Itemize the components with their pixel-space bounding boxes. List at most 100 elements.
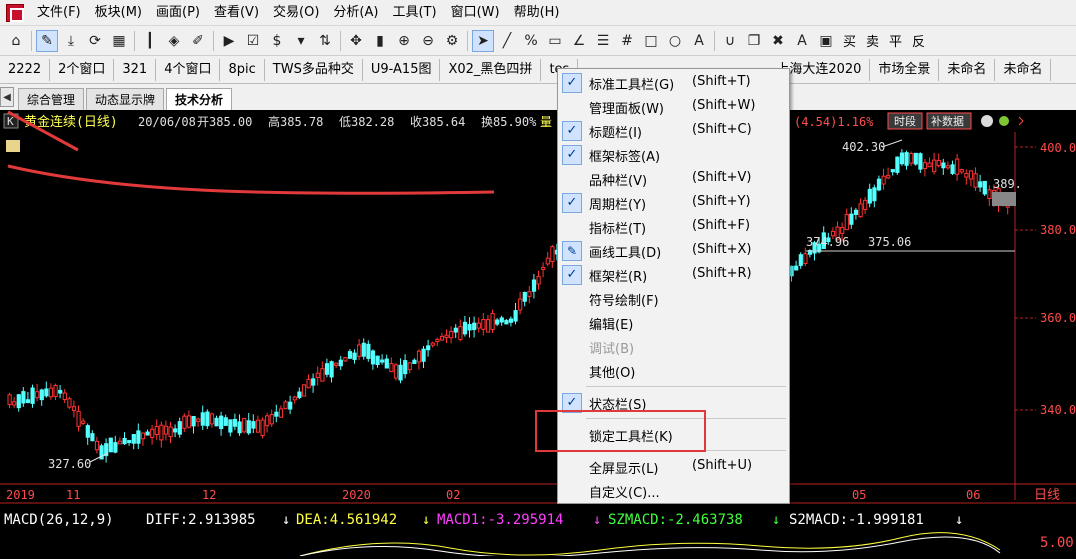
cursor-icon[interactable]: ➤ — [472, 29, 494, 52]
candle-body — [7, 394, 12, 406]
menu-analysis[interactable]: 分析(A) — [326, 0, 385, 26]
frame-tab[interactable]: 2222 — [0, 58, 51, 81]
menu-item-symbol-drawing[interactable]: 符号绘制(F) — [558, 287, 789, 311]
menu-help[interactable]: 帮助(H) — [507, 0, 567, 26]
menu-item-fullscreen[interactable]: 全屏显示(L) (Shift+U) — [558, 455, 789, 479]
candle-body — [439, 335, 445, 341]
menu-item-edit[interactable]: 编辑(E) — [558, 311, 789, 335]
frame-tab[interactable]: 市场全景 — [870, 58, 940, 81]
status-dot-icon — [999, 116, 1009, 126]
save-icon[interactable]: ▣ — [815, 30, 837, 52]
frame-tab[interactable]: 321 — [114, 58, 157, 81]
scroll-left-icon[interactable]: ◀ — [0, 87, 14, 107]
fill-data-button-label[interactable]: 补数据 — [931, 114, 964, 128]
home-icon[interactable]: ⌂ — [5, 30, 27, 52]
frame-tab[interactable]: 未命名 — [939, 58, 996, 81]
candle-body — [16, 394, 21, 409]
menu-item-standard-toolbar[interactable]: ✓ 标准工具栏(G) (Shift+T) — [558, 71, 789, 95]
ruler-icon[interactable]: ▭ — [544, 30, 566, 52]
menu-view[interactable]: 查看(V) — [207, 0, 266, 26]
tab-technical-analysis[interactable]: 技术分析 — [166, 88, 233, 110]
candle-body — [67, 398, 72, 408]
magnet-icon[interactable]: ∪ — [719, 30, 741, 52]
time-tick: 12 — [202, 488, 216, 502]
edit-icon[interactable]: ✐ — [187, 30, 209, 52]
menu-item-title-bar[interactable]: ✓ 标题栏(I) (Shift+C) — [558, 119, 789, 143]
menu-item-symbol-bar[interactable]: 品种栏(V) (Shift+V) — [558, 167, 789, 191]
sell-button[interactable]: 卖 — [861, 31, 884, 50]
download-icon[interactable]: ⤓ — [60, 30, 82, 52]
candle-body — [370, 350, 376, 365]
circle-icon[interactable]: ○ — [664, 30, 686, 52]
candle-body — [380, 359, 385, 363]
low-price: 低382.28 — [339, 115, 394, 129]
buy-button[interactable]: 买 — [838, 31, 861, 50]
tab-management[interactable]: 综合管理 — [18, 88, 85, 110]
frame-tab[interactable]: TWS多品种交 — [265, 58, 363, 81]
menu-item-other[interactable]: 其他(O) — [558, 359, 789, 383]
menu-item-frame-tabs[interactable]: ✓ 框架标签(A) — [558, 143, 789, 167]
zoom-out-icon[interactable]: ⊖ — [417, 30, 439, 52]
copy-icon[interactable]: ❐ — [743, 30, 765, 52]
period-button-label[interactable]: 时段 — [894, 114, 916, 128]
menu-trade[interactable]: 交易(O) — [266, 0, 326, 26]
menu-tools[interactable]: 工具(T) — [385, 0, 443, 26]
frame-tab[interactable]: 未命名 — [995, 58, 1052, 81]
tab-dynamic-board[interactable]: 动态显示牌 — [86, 88, 165, 110]
grid-icon[interactable]: ▦ — [108, 30, 130, 52]
dollar-icon[interactable]: $ — [266, 30, 288, 52]
percent-icon[interactable]: % — [520, 30, 542, 52]
form-icon[interactable]: ☑ — [242, 30, 264, 52]
frame-tab[interactable]: U9-A15图 — [363, 58, 441, 81]
line-tool-icon[interactable]: ╱ — [496, 30, 518, 52]
frame-tab[interactable]: 8pic — [220, 58, 265, 81]
candlestick-chart[interactable]: K 黄金连续(日线) 20/06/08 开385.00 高385.78 低382… — [0, 110, 1076, 558]
menu-item-frame-bar[interactable]: ✓ 框架栏(R) (Shift+R) — [558, 263, 789, 287]
refresh-icon[interactable]: ⟳ — [84, 30, 106, 52]
time-tick: 2020 — [342, 488, 371, 502]
menu-file[interactable]: 文件(F) — [30, 0, 88, 26]
menu-item-customize[interactable]: 自定义(C)... — [558, 479, 789, 503]
pencil-icon[interactable]: ✎ — [36, 29, 58, 52]
fibonacci-icon[interactable]: ☰ — [592, 30, 614, 52]
font-color-icon[interactable]: A — [791, 30, 813, 52]
angle-icon[interactable]: ∠ — [568, 30, 590, 52]
candle-body — [117, 440, 123, 445]
candle-body — [311, 378, 316, 386]
clock-icon[interactable] — [981, 115, 993, 127]
menu-item-indicator-bar[interactable]: 指标栏(T) (Shift+F) — [558, 215, 789, 239]
text-tool-icon[interactable]: A — [688, 30, 710, 52]
rectangle-icon[interactable]: □ — [640, 30, 662, 52]
candle-body — [959, 169, 964, 173]
collapse-icon[interactable] — [1018, 116, 1024, 126]
delete-icon[interactable]: ✖ — [767, 30, 789, 52]
frame-tab[interactable]: X02_黑色四拼 — [440, 58, 542, 81]
candle-body — [177, 421, 182, 435]
menu-window[interactable]: 窗口(W) — [444, 0, 507, 26]
menu-board[interactable]: 板块(M) — [88, 0, 149, 26]
vertical-bar-icon[interactable]: ▮ — [369, 30, 391, 52]
close-position-button[interactable]: 平 — [884, 31, 907, 50]
settings-icon[interactable]: ⚙ — [441, 30, 463, 52]
candle-body — [536, 275, 541, 285]
menu-item-period-bar[interactable]: ✓ 周期栏(Y) (Shift+Y) — [558, 191, 789, 215]
menu-screen[interactable]: 画面(P) — [149, 0, 207, 26]
candle-body — [343, 357, 348, 362]
zoom-in-icon[interactable]: ⊕ — [393, 30, 415, 52]
compare-icon[interactable]: ⇅ — [314, 30, 336, 52]
bookmark-icon[interactable]: ▾ — [290, 30, 312, 52]
candle-body — [232, 418, 238, 427]
chart-area[interactable]: K 黄金连续(日线) 20/06/08 开385.00 高385.78 低382… — [0, 110, 1076, 558]
move-icon[interactable]: ✥ — [345, 30, 367, 52]
channel-icon[interactable]: # — [616, 30, 638, 52]
diamond-icon[interactable]: ◈ — [163, 30, 185, 52]
reverse-button[interactable]: 反 — [907, 31, 930, 50]
frame-tab[interactable]: 4个窗口 — [156, 58, 221, 81]
price-tick: 340.00 — [1040, 403, 1076, 417]
menu-item-drawing-tools[interactable]: ✎ 画线工具(D) (Shift+X) — [558, 239, 789, 263]
candlestick-icon[interactable]: ┃ — [139, 30, 161, 52]
menu-item-management-panel[interactable]: 管理面板(W) (Shift+W) — [558, 95, 789, 119]
play-icon[interactable]: ▶ — [218, 30, 240, 52]
candle-body — [366, 343, 371, 359]
frame-tab[interactable]: 2个窗口 — [50, 58, 115, 81]
